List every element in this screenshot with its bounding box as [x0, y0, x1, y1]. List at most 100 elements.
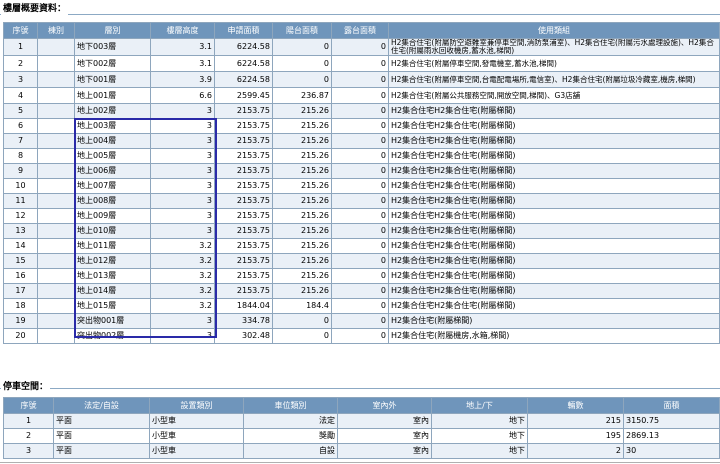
terrace-area-cell: 0 [331, 223, 389, 239]
row-number: 4 [3, 87, 38, 104]
parking-type-cell: 平面 [53, 413, 150, 429]
apply-area-cell: 2153.75 [214, 118, 273, 134]
floor-name-cell: 地上011層 [74, 238, 151, 254]
row-number: 10 [3, 178, 38, 194]
table-row: 18 地上015層 3.2 1844.04 184.4 0 H2集合住宅H2集合住宅(附屬梯… [3, 298, 720, 314]
usage-group-cell: H2集合住宅H2集合住宅(附屬梯間) [388, 193, 720, 209]
table-row: 20 突出物002層 3 302.48 0 0 H2集合住宅(附屬機房,水箱,梯間) [3, 328, 720, 344]
terrace-area-cell: 0 [331, 163, 389, 179]
balcony-area-cell: 215.26 [272, 283, 332, 299]
floor-name-cell: 地上009層 [74, 208, 151, 224]
floor-height-cell: 3.2 [150, 283, 215, 299]
floor-name-cell: 地下001層 [74, 71, 151, 88]
table-row: 8 地上005層 3 2153.75 215.26 0 H2集合住宅H2集合住宅(附屬梯間) [3, 148, 720, 164]
balcony-area-cell: 215.26 [272, 178, 332, 194]
row-number: 2 [3, 428, 54, 444]
col-header-area: 申請面積 [214, 22, 273, 39]
apply-area-cell: 2153.75 [214, 148, 273, 164]
floor-height-cell: 3 [150, 208, 215, 224]
floor-name-cell: 地下003層 [74, 38, 151, 56]
terrace-area-cell: 0 [331, 148, 389, 164]
col-header-count: 輛數 [527, 397, 624, 414]
row-number: 3 [3, 443, 54, 459]
balcony-area-cell: 215.26 [272, 253, 332, 269]
table-row: 10 地上007層 3 2153.75 215.26 0 H2集合住宅H2集合住宅(附屬梯間… [3, 178, 720, 194]
indoor-outdoor-cell: 室內 [337, 413, 432, 429]
table-row: 16 地上013層 3.2 2153.75 215.26 0 H2集合住宅H2集合住宅(附屬… [3, 268, 720, 284]
floor-name-cell: 地上012層 [74, 253, 151, 269]
apply-area-cell: 6224.58 [214, 38, 273, 56]
floor-name-cell: 地上010層 [74, 223, 151, 239]
col-header-height: 樓層高度 [150, 22, 215, 39]
terrace-area-cell: 0 [331, 238, 389, 254]
floor-height-cell: 3.1 [150, 38, 215, 56]
usage-group-cell: H2集合住宅(附屬停車空間,發電機室,蓄水池,梯間) [388, 55, 720, 72]
floor-name-cell: 地上002層 [74, 103, 151, 119]
row-number: 15 [3, 253, 38, 269]
col-header-type: 法定/自設 [53, 397, 150, 414]
table-row: 3 平面 小型車 自設 室內 地下 2 30 [3, 443, 720, 459]
usage-group-cell: H2集合住宅H2集合住宅(附屬梯間) [388, 163, 720, 179]
row-number: 14 [3, 238, 38, 254]
usage-group-cell: H2集合住宅H2集合住宅(附屬梯間) [388, 118, 720, 134]
col-header-no: 序號 [3, 22, 38, 39]
table-row: 2 地下002層 3.1 6224.58 0 0 H2集合住宅(附屬停車空間,發電機室,蓄水… [3, 55, 720, 72]
table-row: 13 地上010層 3 2153.75 215.26 0 H2集合住宅H2集合住宅(附屬梯間… [3, 223, 720, 239]
balcony-area-cell: 215.26 [272, 268, 332, 284]
floor-height-cell: 3.1 [150, 55, 215, 72]
floor-height-cell: 3 [150, 163, 215, 179]
vehicle-count-cell: 195 [527, 428, 624, 444]
floor-table-header: 序號 棟別 層別 樓層高度 申請面積 陽台面積 露台面積 使用類組 [3, 22, 720, 39]
row-number: 19 [3, 313, 38, 329]
spot-category-cell: 自設 [243, 443, 338, 459]
building-cell [37, 298, 75, 314]
vehicle-count-cell: 2 [527, 443, 624, 459]
col-header-building: 棟別 [37, 22, 75, 39]
building-cell [37, 313, 75, 329]
row-number: 11 [3, 193, 38, 209]
floor-overview-table: 序號 棟別 層別 樓層高度 申請面積 陽台面積 露台面積 使用類組 1 地下003… [3, 22, 720, 344]
terrace-area-cell: 0 [331, 118, 389, 134]
floor-name-cell: 地下002層 [74, 55, 151, 72]
floor-height-cell: 3.2 [150, 253, 215, 269]
balcony-area-cell: 215.26 [272, 193, 332, 209]
row-number: 16 [3, 268, 38, 284]
building-cell [37, 253, 75, 269]
terrace-area-cell: 0 [331, 298, 389, 314]
building-cell [37, 87, 75, 104]
setup-category-cell: 小型車 [149, 443, 244, 459]
floor-height-cell: 3.9 [150, 71, 215, 88]
table-row: 12 地上009層 3 2153.75 215.26 0 H2集合住宅H2集合住宅(附屬梯間… [3, 208, 720, 224]
usage-group-cell: H2集合住宅H2集合住宅(附屬梯間) [388, 223, 720, 239]
apply-area-cell: 2153.75 [214, 208, 273, 224]
col-header-parking-area: 面積 [623, 397, 720, 414]
setup-category-cell: 小型車 [149, 428, 244, 444]
balcony-area-cell: 236.87 [272, 87, 332, 104]
balcony-area-cell: 0 [272, 313, 332, 329]
balcony-area-cell: 215.26 [272, 163, 332, 179]
usage-group-cell: H2集合住宅(附屬梯間) [388, 313, 720, 329]
terrace-area-cell: 0 [331, 178, 389, 194]
apply-area-cell: 2153.75 [214, 253, 273, 269]
spot-category-cell: 法定 [243, 413, 338, 429]
balcony-area-cell: 184.4 [272, 298, 332, 314]
floor-name-cell: 地上001層 [74, 87, 151, 104]
floor-name-cell: 地上015層 [74, 298, 151, 314]
row-number: 20 [3, 328, 38, 344]
floor-height-cell: 3 [150, 178, 215, 194]
usage-group-cell: H2集合住宅(附屬機房,水箱,梯間) [388, 328, 720, 344]
terrace-area-cell: 0 [331, 208, 389, 224]
building-cell [37, 268, 75, 284]
apply-area-cell: 6224.58 [214, 55, 273, 72]
building-cell [37, 148, 75, 164]
table-row: 11 地上008層 3 2153.75 215.26 0 H2集合住宅H2集合住宅(附屬梯間… [3, 193, 720, 209]
floor-name-cell: 突出物001層 [74, 313, 151, 329]
apply-area-cell: 2599.45 [214, 87, 273, 104]
balcony-area-cell: 215.26 [272, 223, 332, 239]
floor-height-cell: 6.6 [150, 87, 215, 104]
floor-name-cell: 地上008層 [74, 193, 151, 209]
row-number: 13 [3, 223, 38, 239]
apply-area-cell: 2153.75 [214, 133, 273, 149]
floor-height-cell: 3.2 [150, 268, 215, 284]
terrace-area-cell: 0 [331, 103, 389, 119]
